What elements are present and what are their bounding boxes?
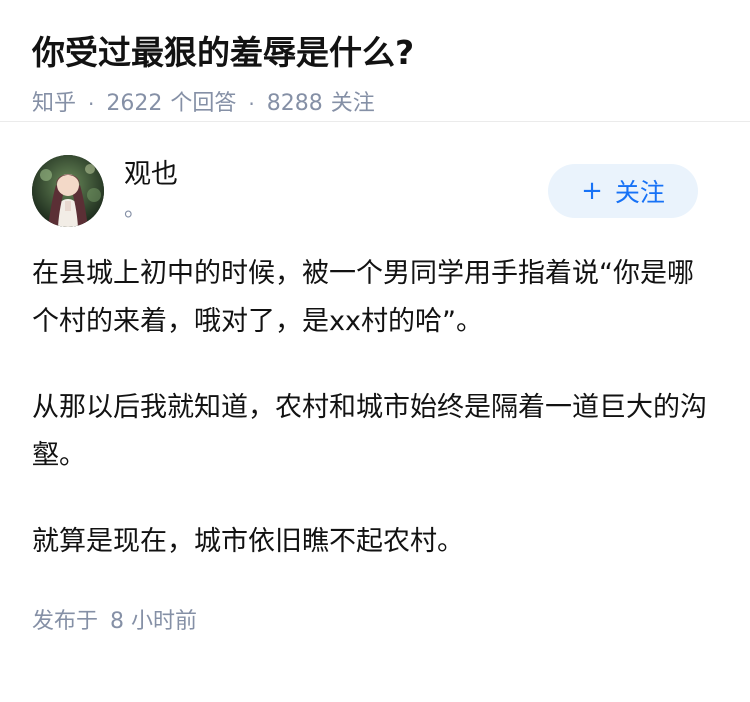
answer-paragraph: 在县城上初中的时候，被一个男同学用手指着说“你是哪个村的来着，哦对了，是xx村的… [32,258,694,337]
question-header: 你受过最狠的羞辱是什么? 知乎 · 2622 个回答 · 8288 关注 [0,0,750,122]
publish-time: 发布于 8 小时前 [32,604,718,640]
follow-count: 8288 [266,91,323,116]
author-info: 观也 。 + 关注 [32,155,718,250]
author-bio: 。 [124,197,147,222]
follow-button[interactable]: + 关注 [548,164,698,218]
publish-prefix: 发布于 [32,609,99,634]
plus-icon: + [581,176,603,206]
answer-paragraph: 就算是现在，城市依旧瞧不起农村。 [32,526,464,557]
question-meta: 知乎 · 2622 个回答 · 8288 关注 [32,86,718,122]
meta-separator: · [248,92,255,116]
author-name[interactable]: 观也 [124,155,178,195]
answer-card: 观也 。 + 关注 在县城上初中的时候，被一个男同学用手指着说“你是哪个村的来着… [0,155,750,640]
avatar-image [32,155,104,227]
avatar[interactable] [32,155,104,227]
question-title[interactable]: 你受过最狠的羞辱是什么? [32,28,718,78]
answer-count: 2622 [106,91,163,116]
source-label[interactable]: 知乎 [32,86,76,122]
meta-separator: · [88,92,95,116]
answer-content: 在县城上初中的时候，被一个男同学用手指着说“你是哪个村的来着，哦对了，是xx村的… [32,250,718,566]
follow-button-label: 关注 [614,178,665,207]
answer-count-label: 个回答 [170,91,237,116]
publish-time-value: 8 小时前 [110,609,198,634]
follow-count-label: 关注 [330,91,375,116]
answer-paragraph: 从那以后我就知道，农村和城市始终是隔着一道巨大的沟壑。 [32,392,707,471]
